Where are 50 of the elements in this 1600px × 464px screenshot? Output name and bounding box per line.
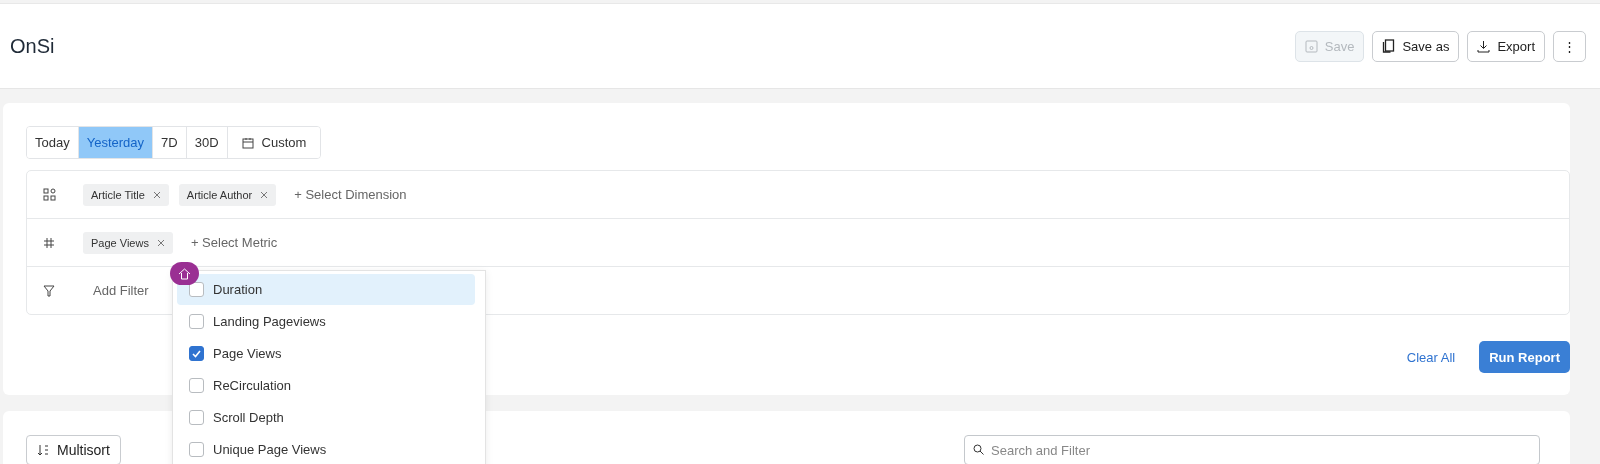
checkbox[interactable] bbox=[189, 378, 204, 393]
checkbox[interactable] bbox=[189, 314, 204, 329]
chip[interactable]: Article Title bbox=[83, 183, 169, 206]
menu-item-label: Scroll Depth bbox=[213, 410, 284, 425]
run-report-button[interactable]: Run Report bbox=[1479, 341, 1570, 373]
add-link[interactable]: + Select Dimension bbox=[294, 187, 407, 202]
menu-item[interactable]: Scroll Depth bbox=[177, 402, 475, 433]
close-icon[interactable] bbox=[260, 190, 269, 199]
menu-item[interactable]: Page Views bbox=[177, 338, 475, 369]
checkbox[interactable] bbox=[189, 442, 204, 457]
menu-item-label: Unique Page Views bbox=[213, 442, 327, 457]
date-tab[interactable]: Today bbox=[27, 127, 79, 158]
chip[interactable]: Page Views bbox=[83, 231, 173, 254]
page-title: OnSi bbox=[10, 34, 55, 58]
chip-label: Article Author bbox=[186, 188, 253, 201]
checkmark-icon bbox=[192, 349, 201, 358]
filter-icon bbox=[43, 284, 55, 297]
export-button[interactable]: Export bbox=[1467, 30, 1545, 62]
menu-item-label: Landing Pageviews bbox=[213, 314, 326, 329]
close-icon[interactable] bbox=[152, 190, 161, 199]
menu-item[interactable]: Duration bbox=[177, 274, 475, 305]
add-filter-link[interactable]: Add Filter bbox=[93, 283, 149, 298]
grid-icon bbox=[43, 188, 56, 201]
checkbox[interactable] bbox=[189, 410, 204, 425]
calendar-icon bbox=[241, 136, 254, 149]
chip[interactable]: Article Author bbox=[178, 183, 277, 206]
checkbox[interactable] bbox=[189, 282, 204, 297]
hash-icon bbox=[43, 236, 55, 249]
menu-item[interactable]: ReCirculation bbox=[177, 370, 475, 401]
checkbox[interactable] bbox=[189, 346, 204, 361]
clear-all-link[interactable]: Clear All bbox=[1406, 349, 1456, 365]
chip-label: Article Title bbox=[91, 188, 145, 201]
house-icon bbox=[178, 267, 191, 280]
search-field[interactable]: Search and Filter bbox=[964, 435, 1540, 464]
saveas-button[interactable]: Save as bbox=[1372, 30, 1460, 62]
chip-label: Page Views bbox=[91, 236, 149, 249]
close-icon[interactable] bbox=[156, 238, 165, 247]
download-icon bbox=[1477, 39, 1491, 53]
copy-icon bbox=[1382, 39, 1396, 53]
menu-item-label: Duration bbox=[213, 282, 263, 297]
multisort-button[interactable]: Multisort bbox=[26, 435, 121, 464]
add-link[interactable]: + Select Metric bbox=[190, 235, 278, 250]
menu-item[interactable]: Unique Page Views bbox=[177, 434, 475, 464]
save-icon bbox=[1304, 39, 1318, 53]
menu-item-label: Page Views bbox=[213, 346, 282, 361]
menu-item-label: ReCirculation bbox=[213, 378, 292, 393]
sort-icon bbox=[37, 444, 49, 456]
menu-item[interactable]: Landing Pageviews bbox=[177, 306, 475, 337]
more-button[interactable]: ⋮ bbox=[1553, 30, 1586, 62]
search-icon bbox=[973, 444, 984, 455]
